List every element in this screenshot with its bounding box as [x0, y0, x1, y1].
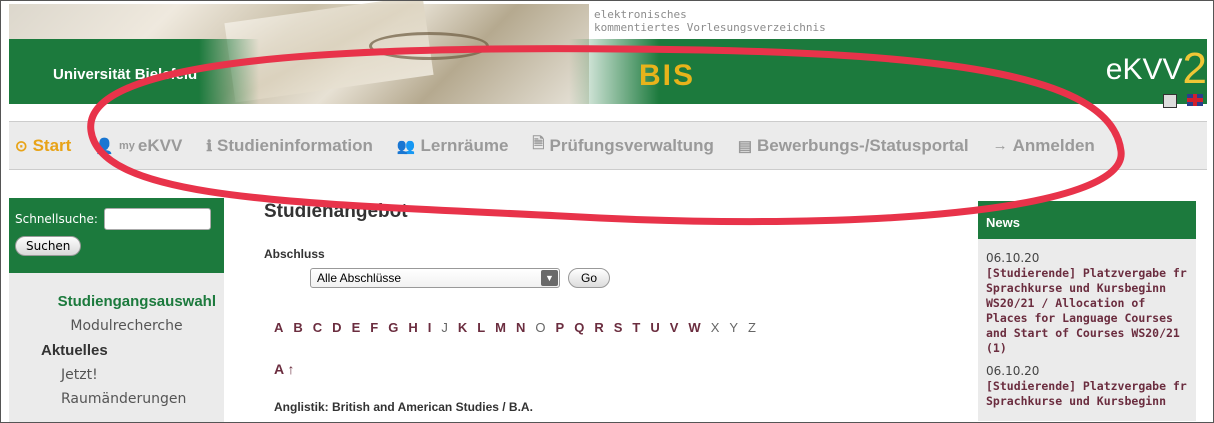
english-flag-icon[interactable]	[1187, 94, 1203, 106]
info-icon: ℹ	[206, 137, 213, 155]
bis-logo[interactable]: BIS	[639, 59, 695, 93]
sidebar-item-modulrecherche[interactable]: Modulrecherche	[9, 318, 224, 334]
alphabet-letter-n[interactable]: N	[516, 320, 525, 335]
alphabet-letter-x: X	[710, 320, 720, 335]
nav-sup-my: my	[119, 139, 135, 152]
user-icon: 👤	[95, 137, 114, 155]
nav-item-lernraeume[interactable]: 👥 Lernräume	[397, 136, 509, 156]
card-icon: ▤	[737, 137, 753, 155]
alphabet-letter-m[interactable]: M	[495, 320, 506, 335]
news-date: 06.10.20	[986, 364, 1040, 378]
sidebar-item-studiengangsauswahl[interactable]: Studiengangsauswahl	[9, 293, 224, 310]
alphabet-letter-q[interactable]: Q	[574, 320, 584, 335]
nav-label-pruefungsverwaltung: Prüfungsverwaltung	[549, 135, 714, 155]
nav-item-pruefungsverwaltung[interactable]: 🗎 Prüfungsverwaltung	[532, 133, 713, 158]
nav-label-studieninformation: Studieninformation	[217, 135, 373, 155]
main-content: Studienangebot Abschluss Alle Abschlüsse…	[264, 201, 954, 421]
news-panel: News 06.10.20 [Studierende] Platzvergabe…	[978, 201, 1196, 421]
alphabet-letter-k[interactable]: K	[458, 320, 467, 335]
alphabet-letter-u[interactable]: U	[650, 320, 659, 335]
alphabet-letter-l[interactable]: L	[477, 320, 485, 335]
clock-icon: ⊙	[15, 137, 28, 155]
arrow-up-icon[interactable]: ↑	[287, 361, 294, 377]
group-icon: 👥	[396, 137, 416, 155]
university-logo[interactable]: Universität Bielefeld	[53, 66, 197, 83]
alphabet-letter-h[interactable]: H	[408, 320, 417, 335]
alphabet-letter-t[interactable]: T	[632, 320, 640, 335]
page-title: Studienangebot	[264, 201, 408, 222]
alphabet-letter-a[interactable]: A	[274, 320, 283, 335]
sidebar-section-aktuelles[interactable]: Aktuelles	[9, 342, 224, 359]
news-item-link[interactable]: [Studierende] Platzvergabe fr Sprachkurs…	[986, 266, 1188, 356]
nav-item-start[interactable]: ⊙ Start	[15, 136, 71, 156]
subtitle-line-1: elektronisches	[594, 8, 687, 21]
site-header: Universität Bielefeld elektronisches kom…	[9, 1, 1207, 121]
ekvv-logo-text: eKVV	[1105, 53, 1183, 86]
alphabet-letter-b[interactable]: B	[293, 320, 302, 335]
ekvv-logo[interactable]: eKVV2	[1106, 44, 1207, 94]
alphabet-letter-e[interactable]: E	[352, 320, 361, 335]
browser-frame: Universität Bielefeld elektronisches kom…	[0, 0, 1214, 423]
site-subtitle: elektronisches kommentiertes Vorlesungsv…	[594, 8, 826, 34]
nav-label-bewerbungsportal: Bewerbungs-/Statusportal	[757, 135, 969, 155]
alphabet-letter-f[interactable]: F	[370, 320, 378, 335]
document-icon: 🗎	[532, 135, 545, 152]
nav-label-ekvv: eKVV	[137, 135, 183, 155]
abschluss-select-value: Alle Abschlüsse	[317, 271, 402, 285]
alphabet-letter-c[interactable]: C	[313, 320, 322, 335]
alphabet-index: ABCDEFGHIJKLMNOPQRSTUVWXYZ	[274, 320, 756, 335]
main-navigation: ⊙ Start 👤 my eKVV ℹ Studieninformation 👥 Lern…	[9, 121, 1207, 170]
nav-label-start: Start	[32, 135, 72, 155]
alphabet-letter-d[interactable]: D	[332, 320, 341, 335]
news-date: 06.10.20	[986, 251, 1040, 265]
news-list: 06.10.20 [Studierende] Platzvergabe fr S…	[978, 239, 1196, 409]
alphabet-letter-i[interactable]: I	[428, 320, 432, 335]
alphabet-letter-v[interactable]: V	[670, 320, 679, 335]
go-button[interactable]: Go	[568, 268, 610, 288]
alphabet-letter-s[interactable]: S	[614, 320, 623, 335]
nav-label-lernraeume: Lernräume	[420, 135, 509, 155]
abschluss-select[interactable]: Alle Abschlüsse ▼	[310, 268, 560, 288]
letter-section-heading: A ↑	[274, 361, 294, 377]
sidebar: Schnellsuche: Suchen Studiengangsauswahl…	[9, 198, 224, 422]
sidebar-item-raumaenderungen[interactable]: Raumänderungen	[9, 391, 224, 407]
alphabet-letter-j: J	[441, 320, 448, 335]
alphabet-letter-w[interactable]: W	[688, 320, 700, 335]
study-program-link[interactable]: Anglistik: British and American Studies …	[274, 400, 533, 414]
abschluss-label: Abschluss	[264, 247, 325, 261]
alphabet-letter-p[interactable]: P	[556, 320, 565, 335]
sidebar-navigation: Studiengangsauswahl Modulrecherche Aktue…	[9, 273, 224, 407]
alphabet-letter-r[interactable]: R	[594, 320, 603, 335]
news-heading: News	[978, 201, 1196, 239]
nav-label-anmelden: Anmelden	[1012, 135, 1095, 155]
nav-item-my-ekvv[interactable]: 👤 my eKVV	[95, 136, 182, 156]
chevron-down-icon: ▼	[541, 270, 558, 286]
subtitle-line-2: kommentiertes Vorlesungsverzeichnis	[594, 21, 826, 34]
login-icon: →	[992, 137, 1008, 154]
header-utility-icons	[1163, 94, 1203, 108]
alphabet-letter-o: O	[535, 320, 546, 335]
alphabet-letter-z: Z	[748, 320, 756, 335]
search-input[interactable]	[103, 208, 211, 230]
print-icon[interactable]	[1163, 94, 1177, 108]
section-letter: A	[274, 361, 284, 377]
nav-item-bewerbungsportal[interactable]: ▤ Bewerbungs-/Statusportal	[738, 136, 969, 156]
sidebar-item-jetzt[interactable]: Jetzt!	[9, 367, 224, 383]
nav-item-studieninformation[interactable]: ℹ Studieninformation	[206, 136, 373, 156]
quick-search-box: Schnellsuche: Suchen	[9, 198, 224, 273]
nav-item-anmelden[interactable]: → Anmelden	[993, 136, 1095, 156]
search-button[interactable]: Suchen	[15, 236, 82, 256]
news-item-link[interactable]: [Studierende] Platzvergabe fr Sprachkurs…	[986, 379, 1188, 409]
search-label: Schnellsuche:	[15, 212, 98, 226]
ekvv-logo-version: 2	[1182, 44, 1207, 93]
alphabet-letter-g[interactable]: G	[388, 320, 398, 335]
alphabet-letter-y: Y	[729, 320, 739, 335]
